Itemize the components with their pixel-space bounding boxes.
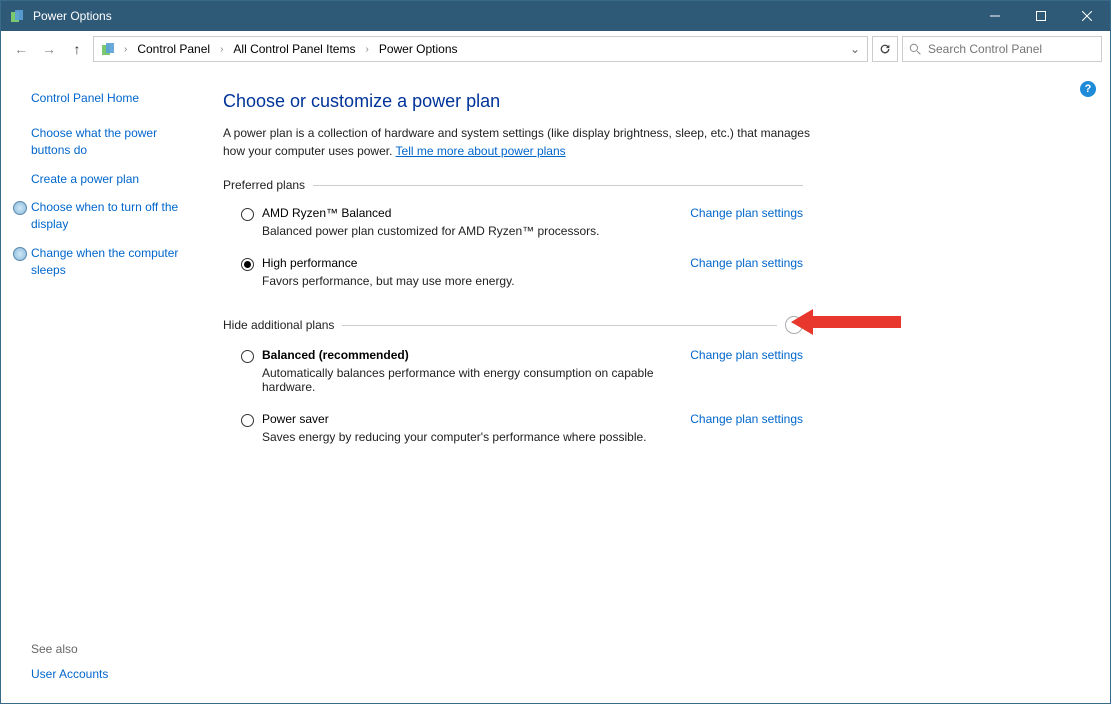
plan-name[interactable]: High performance (262, 256, 678, 270)
change-plan-settings-link[interactable]: Change plan settings (690, 348, 803, 394)
change-plan-settings-link[interactable]: Change plan settings (690, 206, 803, 238)
plan-radio-power-saver[interactable] (241, 414, 254, 427)
sidebar-link-power-buttons[interactable]: Choose what the power buttons do (31, 125, 195, 159)
minimize-button[interactable] (972, 1, 1018, 31)
breadcrumb[interactable]: › Control Panel › All Control Panel Item… (93, 36, 868, 62)
sidebar-link-sleep[interactable]: Change when the computer sleeps (31, 245, 195, 279)
chevron-right-icon: › (120, 44, 131, 55)
search-box[interactable] (902, 36, 1102, 62)
sidebar-link-create-plan[interactable]: Create a power plan (31, 171, 195, 188)
search-icon (909, 43, 922, 56)
preferred-plans-header: Preferred plans (223, 178, 803, 192)
sidebar-link-turn-off-display[interactable]: Choose when to turn off the display (31, 199, 195, 233)
control-panel-home-link[interactable]: Control Panel Home (31, 91, 195, 105)
additional-plans-header[interactable]: Hide additional plans ⌃ (223, 316, 803, 334)
plan-desc: Saves energy by reducing your computer's… (262, 430, 678, 444)
breadcrumb-item[interactable]: Power Options (375, 42, 462, 56)
sidebar: Control Panel Home Choose what the power… (1, 67, 211, 703)
title-bar: Power Options (1, 1, 1110, 31)
back-button[interactable]: ← (9, 37, 33, 61)
change-plan-settings-link[interactable]: Change plan settings (690, 412, 803, 444)
plan-radio-high-performance[interactable] (241, 258, 254, 271)
help-icon[interactable]: ? (1080, 81, 1096, 97)
plan-row: Power saver Saves energy by reducing you… (223, 408, 803, 458)
chevron-right-icon: › (216, 44, 227, 55)
plan-radio-balanced[interactable] (241, 350, 254, 363)
plan-name[interactable]: AMD Ryzen™ Balanced (262, 206, 678, 220)
control-panel-icon (100, 41, 116, 57)
plan-desc: Automatically balances performance with … (262, 366, 678, 394)
close-button[interactable] (1064, 1, 1110, 31)
breadcrumb-item[interactable]: Control Panel (133, 42, 214, 56)
nav-bar: ← → ↑ › Control Panel › All Control Pane… (1, 31, 1110, 67)
breadcrumb-dropdown[interactable]: ⌄ (847, 42, 863, 56)
plan-radio-amd[interactable] (241, 208, 254, 221)
see-also-user-accounts[interactable]: User Accounts (31, 666, 195, 683)
plan-row: Balanced (recommended) Automatically bal… (223, 344, 803, 408)
page-description: A power plan is a collection of hardware… (223, 124, 823, 160)
window-title: Power Options (33, 9, 972, 23)
plan-name[interactable]: Power saver (262, 412, 678, 426)
search-input[interactable] (928, 42, 1095, 56)
plan-name[interactable]: Balanced (recommended) (262, 348, 678, 362)
see-also-label: See also (31, 642, 195, 656)
chevron-right-icon: › (361, 44, 372, 55)
change-plan-settings-link[interactable]: Change plan settings (690, 256, 803, 288)
plan-row: AMD Ryzen™ Balanced Balanced power plan … (223, 202, 803, 252)
chevron-up-icon[interactable]: ⌃ (785, 316, 803, 334)
maximize-button[interactable] (1018, 1, 1064, 31)
forward-button[interactable]: → (37, 37, 61, 61)
plan-desc: Balanced power plan customized for AMD R… (262, 224, 678, 238)
breadcrumb-item[interactable]: All Control Panel Items (229, 42, 359, 56)
page-title: Choose or customize a power plan (223, 91, 1070, 112)
app-icon (9, 8, 25, 24)
learn-more-link[interactable]: Tell me more about power plans (396, 144, 566, 158)
plan-desc: Favors performance, but may use more ene… (262, 274, 678, 288)
main-panel: Choose or customize a power plan A power… (211, 67, 1110, 703)
refresh-button[interactable] (872, 36, 898, 62)
up-button[interactable]: ↑ (65, 37, 89, 61)
plan-row: High performance Favors performance, but… (223, 252, 803, 302)
